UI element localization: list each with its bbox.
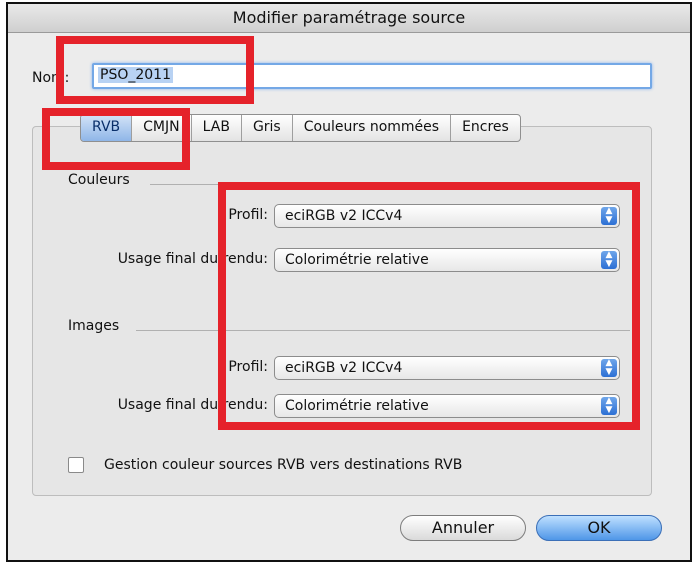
gestion-label: Gestion couleur sources RVB vers destina… xyxy=(104,457,463,473)
dialog-title: Modifier paramétrage source xyxy=(232,8,466,27)
highlight-fields-box xyxy=(218,182,640,430)
tab-lab[interactable]: LAB xyxy=(192,115,242,141)
highlight-name-box xyxy=(56,36,254,104)
tab-encres[interactable]: Encres xyxy=(451,115,520,141)
ok-button[interactable]: OK xyxy=(536,515,662,541)
tab-gris[interactable]: Gris xyxy=(242,115,293,141)
cancel-button[interactable]: Annuler xyxy=(400,515,526,541)
couleurs-header: Couleurs xyxy=(68,172,130,188)
images-header: Images xyxy=(68,318,120,334)
gestion-checkbox[interactable] xyxy=(68,457,84,473)
tab-couleurs-nommees[interactable]: Couleurs nommées xyxy=(293,115,452,141)
title-bar[interactable]: Modifier paramétrage source xyxy=(8,4,690,33)
highlight-tab-box xyxy=(42,108,190,170)
